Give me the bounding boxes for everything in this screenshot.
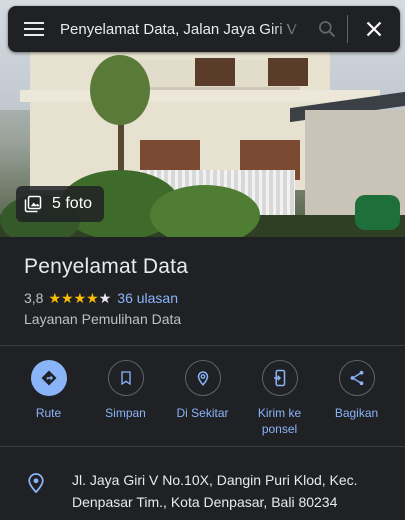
send-to-phone-icon — [261, 360, 298, 396]
close-icon — [366, 21, 382, 37]
photo-count-label: 5 foto — [52, 195, 93, 212]
share-icon — [338, 360, 375, 396]
photo-window — [268, 58, 308, 86]
action-label: Rute — [35, 406, 62, 420]
divider — [0, 345, 405, 346]
address-row[interactable]: Jl. Jaya Giri V No.10X, Dangin Puri Klod… — [0, 462, 405, 513]
rating-row: 3,8 ★ ★ ★ ★ ★ 36 ulasan — [24, 290, 178, 306]
send-to-phone-button[interactable]: Kirim ke ponsel — [241, 360, 318, 437]
place-category[interactable]: Layanan Pemulihan Data — [24, 311, 181, 327]
star-icon: ★ — [98, 290, 112, 306]
hamburger-menu-icon — [24, 22, 44, 36]
action-label: Bagikan — [334, 406, 379, 420]
nearby-icon — [184, 360, 221, 396]
action-label: Kirim ke ponsel — [257, 406, 302, 436]
divider — [0, 446, 405, 447]
photo-library-icon — [24, 195, 42, 213]
action-label: Simpan — [105, 406, 146, 420]
nearby-button[interactable]: Di Sekitar — [164, 360, 241, 437]
bookmark-icon — [107, 360, 144, 396]
share-button[interactable]: Bagikan — [318, 360, 395, 437]
star-icon: ★ — [48, 290, 62, 306]
photo-motorbike — [355, 195, 400, 230]
photo-tree — [90, 55, 150, 125]
reviews-link[interactable]: 36 ulasan — [117, 290, 178, 306]
directions-button[interactable]: Rute — [10, 360, 87, 437]
place-title: Penyelamat Data — [24, 255, 189, 278]
action-bar: Rute Simpan Di Sekitar Kirim ke ponsel B… — [0, 360, 405, 437]
star-icon: ★ — [73, 290, 87, 306]
star-icon: ★ — [61, 290, 74, 306]
search-input[interactable]: Penyelamat Data, Jalan Jaya Giri V — [60, 21, 307, 38]
photo-roof — [20, 90, 380, 102]
search-icon[interactable] — [307, 6, 347, 52]
action-label: Di Sekitar — [176, 406, 229, 420]
search-bar: Penyelamat Data, Jalan Jaya Giri V — [8, 6, 400, 52]
photo-bush — [150, 185, 260, 237]
location-pin-icon — [0, 462, 72, 513]
photo-count-button[interactable]: 5 foto — [16, 186, 105, 222]
close-button[interactable] — [348, 6, 400, 52]
menu-button[interactable] — [8, 6, 60, 52]
star-icon: ★ — [86, 290, 99, 306]
address-text: Jl. Jaya Giri V No.10X, Dangin Puri Klod… — [72, 472, 358, 510]
rating-value: 3,8 — [24, 290, 44, 306]
photo-window — [195, 58, 235, 86]
directions-icon — [30, 360, 67, 396]
save-button[interactable]: Simpan — [87, 360, 164, 437]
rating-stars: ★ ★ ★ ★ ★ — [48, 291, 111, 305]
